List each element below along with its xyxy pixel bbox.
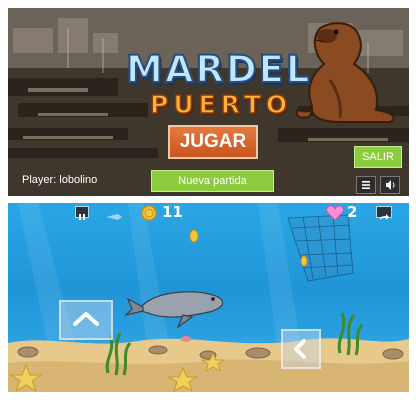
pause-icon	[79, 214, 85, 220]
exit-button[interactable]: SALIR	[354, 146, 402, 168]
share-arrow-icon	[380, 214, 389, 220]
hamburger-icon	[362, 181, 370, 189]
sound-button[interactable]	[380, 176, 400, 194]
game-screen: 11 2	[8, 203, 409, 392]
game-title-puerto: PUERTO	[149, 89, 293, 120]
pause-button[interactable]	[75, 206, 89, 220]
play-button[interactable]: JUGAR	[168, 125, 258, 159]
coin-counter: 11	[162, 203, 183, 221]
menu-screen: MARDEL PUERTO JUGAR Player: lobolino Nue…	[8, 8, 409, 196]
lives-counter: 2	[347, 203, 358, 221]
chevron-up-icon	[73, 312, 99, 326]
game-title-mardel: MARDEL	[125, 47, 312, 92]
coin-pickup	[189, 229, 308, 267]
heart-icon	[326, 206, 344, 221]
underwater-scene	[8, 203, 409, 392]
share-button[interactable]	[376, 206, 392, 220]
coin-icon	[141, 205, 157, 221]
swim-up-button[interactable]	[59, 300, 113, 340]
speaker-icon	[386, 180, 395, 190]
player-name: Player: lobolino	[22, 174, 98, 186]
fishing-net	[287, 214, 354, 282]
chevron-left-icon	[294, 339, 306, 359]
menu-button[interactable]	[356, 176, 376, 194]
new-game-button[interactable]: Nueva partida	[151, 170, 274, 192]
swim-left-button[interactable]	[281, 329, 321, 369]
